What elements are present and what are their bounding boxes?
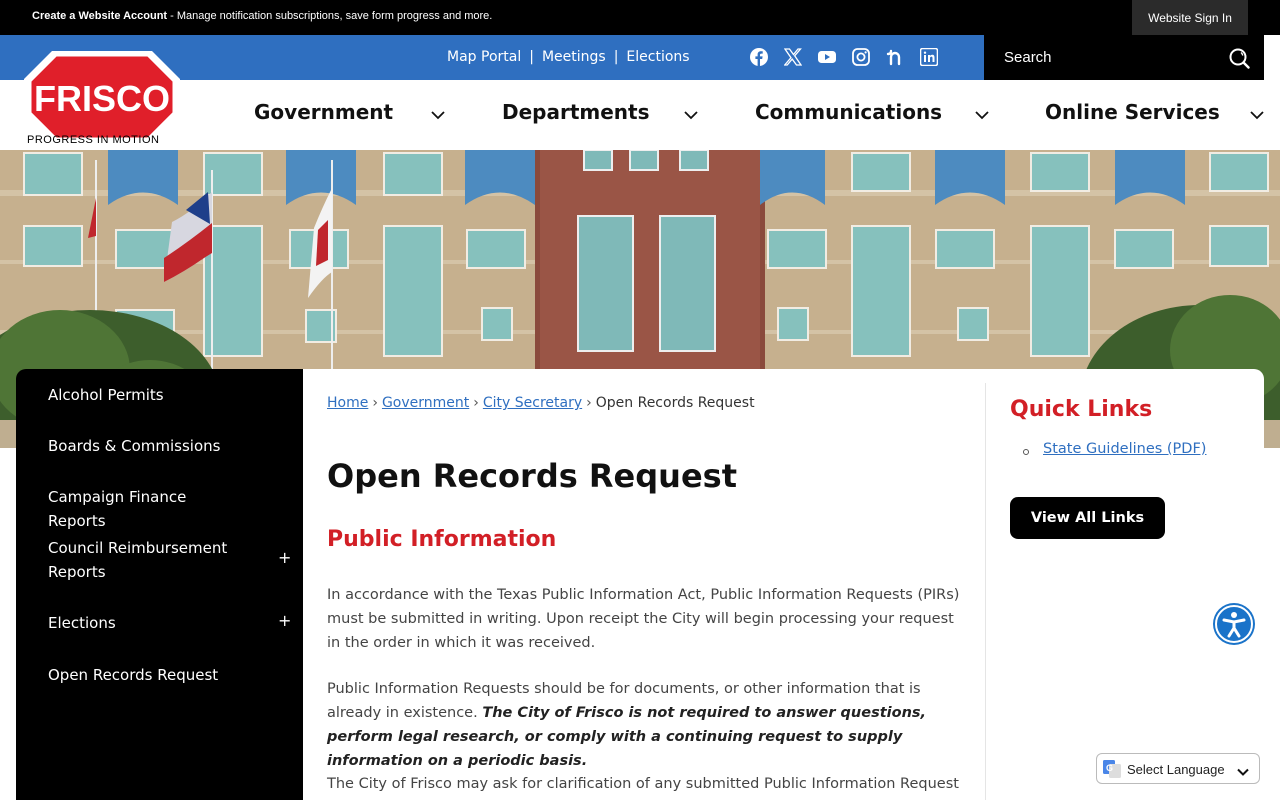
quick-links-heading: Quick Links (1010, 397, 1153, 422)
chevron-down-icon[interactable] (431, 107, 445, 121)
create-account-link[interactable]: Create a Website Account (32, 10, 167, 22)
main-content: Home › Government › City Secretary › Open Reco… (303, 369, 1264, 800)
page-title: Open Records Request (327, 457, 737, 495)
section-heading: Public Information (327, 527, 557, 552)
site-search (984, 35, 1264, 80)
separator: | (613, 49, 619, 65)
accessibility-icon[interactable] (1213, 603, 1255, 645)
account-promo[interactable]: Create a Website Account - Manage notifi… (32, 10, 492, 22)
youtube-icon[interactable] (818, 48, 836, 66)
utility-links: Map Portal | Meetings | Elections (447, 49, 690, 65)
breadcrumb-government[interactable]: Government (382, 395, 469, 411)
expand-icon[interactable]: + (278, 548, 291, 567)
svg-text:G: G (1106, 763, 1113, 773)
search-input[interactable] (984, 35, 1224, 80)
map-portal-link[interactable]: Map Portal (447, 49, 521, 65)
paragraph-existing-docs: Public Information Requests should be fo… (327, 677, 967, 773)
meetings-link[interactable]: Meetings (542, 49, 606, 65)
sidenav-council-reimbursement-reports[interactable]: Council Reimbursement Reports (48, 536, 248, 584)
paragraph-pia: In accordance with the Texas Public Info… (327, 587, 960, 651)
main-header: FRISCO PROGRESS IN MOTION Government Dep… (0, 51, 1280, 150)
nav-government[interactable]: Government (254, 100, 393, 124)
logo-wordmark: FRISCO (34, 78, 170, 119)
search-icon[interactable] (1228, 47, 1250, 69)
linkedin-icon[interactable] (919, 47, 939, 67)
sidenav-open-records-request[interactable]: Open Records Request (48, 663, 248, 687)
account-promo-text: - Manage notification subscriptions, sav… (167, 10, 493, 22)
state-guidelines-link[interactable]: State Guidelines (PDF) (1043, 441, 1206, 457)
breadcrumb-separator: › (586, 395, 592, 411)
elections-link[interactable]: Elections (626, 49, 689, 65)
chevron-down-icon (1237, 763, 1249, 776)
nextdoor-icon[interactable] (886, 48, 904, 66)
breadcrumb-current: Open Records Request (595, 395, 755, 411)
expand-icon[interactable]: + (278, 611, 291, 630)
chevron-down-icon[interactable] (684, 107, 698, 121)
view-all-links-button[interactable]: View All Links (1010, 497, 1165, 539)
sidenav-elections[interactable]: Elections (48, 611, 248, 635)
separator: | (529, 49, 534, 65)
nav-departments[interactable]: Departments (502, 100, 650, 124)
chevron-down-icon[interactable] (1250, 107, 1264, 121)
nav-online-services[interactable]: Online Services (1045, 100, 1220, 124)
nav-communications[interactable]: Communications (755, 100, 942, 124)
side-navigation: Alcohol Permits Boards & Commissions Cam… (16, 369, 303, 800)
breadcrumb-home[interactable]: Home (327, 395, 368, 411)
bullet-icon (1023, 449, 1029, 455)
language-select-label: Select Language (1127, 762, 1225, 777)
column-divider (985, 383, 986, 800)
sidenav-alcohol-permits[interactable]: Alcohol Permits (48, 383, 248, 407)
website-sign-in-button[interactable]: Website Sign In (1132, 0, 1248, 35)
language-select[interactable]: G Select Language (1096, 753, 1260, 784)
breadcrumb-city-secretary[interactable]: City Secretary (483, 395, 582, 411)
x-twitter-icon[interactable] (783, 48, 803, 66)
sidenav-boards-commissions[interactable]: Boards & Commissions (48, 434, 248, 458)
social-links (750, 47, 939, 67)
top-announcement-bar: Create a Website Account - Manage notifi… (0, 0, 1280, 35)
logo-tagline: PROGRESS IN MOTION (27, 134, 160, 146)
chevron-down-icon[interactable] (975, 107, 989, 121)
google-translate-icon: G (1103, 760, 1121, 778)
breadcrumb: Home › Government › City Secretary › Open Reco… (327, 395, 755, 411)
instagram-icon[interactable] (852, 48, 870, 66)
breadcrumb-separator: › (372, 395, 378, 411)
breadcrumb-separator: › (473, 395, 479, 411)
paragraph-clarification: The City of Frisco may ask for clarifica… (327, 776, 959, 792)
sidenav-campaign-finance-reports[interactable]: Campaign Finance Reports (48, 485, 248, 533)
facebook-icon[interactable] (750, 48, 768, 66)
